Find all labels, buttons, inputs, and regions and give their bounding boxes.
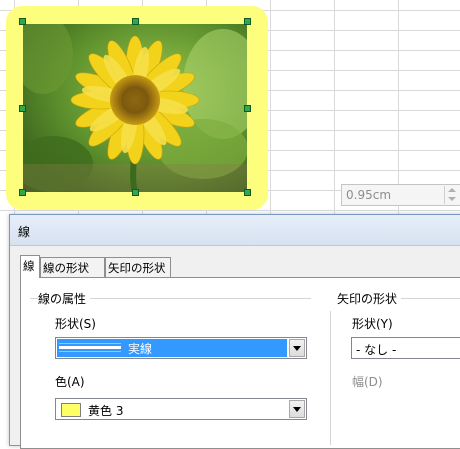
line-color-select[interactable]: 黄色 3	[55, 398, 307, 420]
line-color-label: 色(A)	[55, 375, 85, 389]
resize-handle-top-left[interactable]	[19, 18, 26, 25]
resize-handle-bottom-right[interactable]	[244, 189, 251, 196]
line-style-label: 形状(S)	[55, 317, 96, 331]
arrow-style-select[interactable]: - なし -	[351, 337, 460, 359]
group-separator	[330, 311, 331, 445]
line-color-value: 黄色 3	[88, 404, 124, 418]
line-sample-preview	[59, 343, 121, 352]
chevron-down-icon	[293, 346, 301, 351]
tab-arrow-styles[interactable]: 矢印の形状	[105, 257, 171, 277]
dialog-titlebar[interactable]: 線	[10, 215, 460, 246]
line-dialog: 線 線 線の形状 矢印の形状 線の属性 形状(S) 実線 色(A) 黄色 3 矢…	[9, 214, 460, 449]
arrow-width-spinbox[interactable]: 0.95cm	[341, 184, 460, 206]
sunflower-image[interactable]	[23, 24, 247, 192]
tab-line-styles[interactable]: 線の形状	[40, 257, 105, 277]
resize-handle-left[interactable]	[19, 105, 26, 112]
line-color-dropdown-button[interactable]	[289, 400, 305, 418]
resize-handle-top[interactable]	[132, 18, 139, 25]
line-style-value: 実線	[128, 342, 153, 356]
color-swatch	[61, 403, 81, 417]
resize-handle-bottom-left[interactable]	[19, 189, 26, 196]
spin-buttons[interactable]	[444, 186, 459, 204]
resize-handle-bottom[interactable]	[132, 189, 139, 196]
chevron-down-icon	[293, 407, 301, 412]
line-style-dropdown-button[interactable]	[289, 339, 305, 357]
resize-handle-top-right[interactable]	[244, 18, 251, 25]
spin-up-icon[interactable]	[448, 188, 456, 192]
line-properties-title: 線の属性	[38, 290, 91, 307]
resize-handle-right[interactable]	[244, 105, 251, 112]
spin-down-icon[interactable]	[448, 197, 456, 201]
arrow-styles-title: 矢印の形状	[337, 290, 402, 307]
arrow-style-label: 形状(Y)	[352, 317, 393, 331]
arrow-width-value: 0.95cm	[346, 188, 392, 202]
arrow-style-value: - なし -	[356, 343, 397, 357]
dialog-title: 線	[18, 225, 31, 239]
tab-line[interactable]: 線	[20, 255, 40, 278]
line-style-select[interactable]: 実線	[55, 337, 307, 359]
arrow-width-label: 幅(D)	[352, 375, 383, 389]
